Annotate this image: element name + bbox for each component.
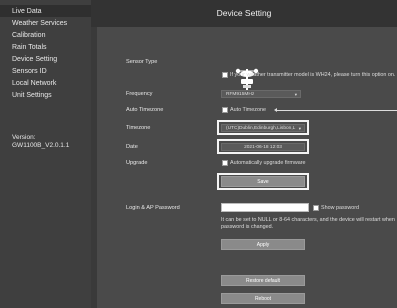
reboot-button[interactable]: Reboot <box>221 293 305 304</box>
password-note-line1: It can be set to NULL or 8-64 characters… <box>221 217 395 223</box>
sidebar-item-unit-settings[interactable]: Unit Settings <box>0 89 91 101</box>
annotation-arrow <box>274 108 397 112</box>
sidebar-item-weather-services[interactable]: Weather Services <box>0 17 91 29</box>
chevron-down-icon: ▾ <box>298 126 301 131</box>
upgrade-checkbox[interactable] <box>222 160 228 166</box>
version-value: GW1100B_V2.0.1.1 <box>12 142 70 149</box>
chevron-down-icon: ▾ <box>294 92 297 97</box>
timezone-value: (UTC)Dublin,Edinburgh,Lisbon,L <box>226 126 296 131</box>
frequency-value: RFM915MHz <box>226 92 255 97</box>
sidebar-item-live-data[interactable]: Live Data <box>0 5 91 17</box>
wh24-checkbox[interactable] <box>222 72 228 78</box>
apply-button[interactable]: Apply <box>221 239 305 250</box>
upgrade-checkbox-label: Automatically upgrade firmware <box>230 160 306 166</box>
sidebar-item-local-network[interactable]: Local Network <box>0 77 91 89</box>
wh24-note: If your weather transmitter model is WH2… <box>230 72 396 78</box>
password-input[interactable] <box>221 203 309 212</box>
upgrade-label: Upgrade <box>126 160 148 166</box>
login-password-label: Login & AP Password <box>126 205 180 211</box>
date-field[interactable]: 2021-06-18 12:03 <box>221 143 305 151</box>
save-button[interactable]: Save <box>221 176 305 187</box>
timezone-select[interactable]: (UTC)Dublin,Edinburgh,Lisbon,L ▾ <box>221 124 305 132</box>
settings-form: Sensor Type If your weather transmitter … <box>97 27 397 308</box>
date-label: Date <box>126 144 138 150</box>
sidebar-item-calibration[interactable]: Calibration <box>0 29 91 41</box>
sensor-type-label: Sensor Type <box>126 59 158 65</box>
timezone-label: Timezone <box>126 125 151 131</box>
auto-timezone-checkbox-label: Auto Timezone <box>230 107 266 113</box>
weather-station-icon <box>231 65 263 93</box>
sidebar-item-device-setting[interactable]: Device Setting <box>0 53 91 65</box>
show-password-label: Show password <box>321 205 360 211</box>
sidebar-item-sensors-id[interactable]: Sensors ID <box>0 65 91 77</box>
version-label: Version: <box>12 134 36 141</box>
password-note-line2: password is changed. <box>221 224 274 230</box>
date-value: 2021-06-18 12:03 <box>244 145 282 150</box>
main-panel: Device Setting Sensor Type If your weath… <box>91 0 397 308</box>
show-password-checkbox[interactable] <box>313 205 319 211</box>
page-title: Device Setting <box>91 0 397 27</box>
frequency-label: Frequency <box>126 91 153 97</box>
frequency-select[interactable]: RFM915MHz ▾ <box>221 90 301 98</box>
auto-timezone-checkbox[interactable] <box>222 107 228 113</box>
sidebar-item-rain-totals[interactable]: Rain Totals <box>0 41 91 53</box>
sidebar: Live Data Weather Services Calibration R… <box>0 0 91 308</box>
auto-timezone-label: Auto Timezone <box>126 107 164 113</box>
restore-default-button[interactable]: Restore default <box>221 275 305 286</box>
version-info: Version: GW1100B_V2.0.1.1 <box>12 134 69 150</box>
